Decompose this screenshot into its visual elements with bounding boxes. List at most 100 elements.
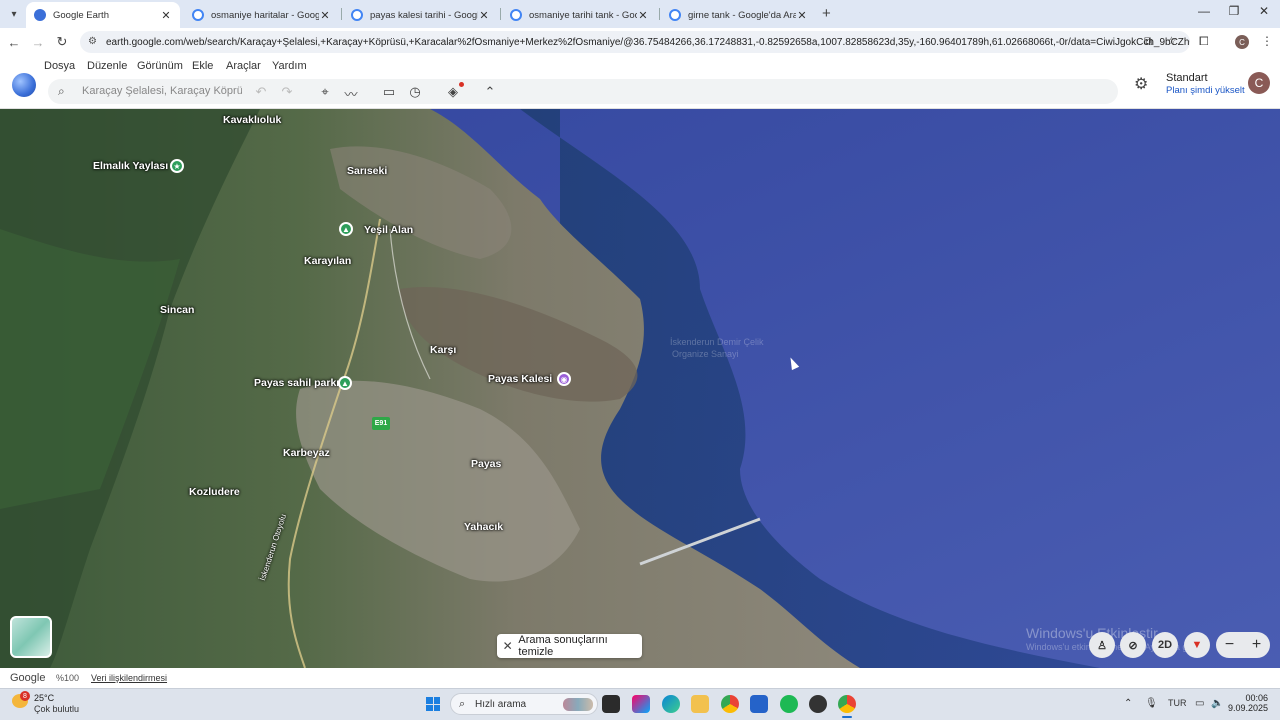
tab-girne-tank[interactable]: girne tank - Google'da Ara ✕ [661, 2, 816, 28]
menu-edit[interactable]: Düzenle [87, 60, 127, 72]
tab-osmaniye-haritalar[interactable]: osmaniye haritalar - Google'da A ✕ [184, 2, 339, 28]
chrome-active-icon[interactable] [838, 695, 856, 713]
place-label[interactable]: Yahacık [464, 521, 503, 533]
place-label[interactable]: Payas Kalesi [488, 373, 552, 385]
store-icon[interactable] [750, 695, 768, 713]
extensions-icon[interactable]: ⧠ [1199, 34, 1209, 49]
menu-insert[interactable]: Ekle [192, 60, 213, 72]
zoom-controls: − + [1216, 632, 1270, 658]
earth-status-bar: Google %100 Veri ilişkilendirmesi [0, 668, 1280, 688]
museum-pin-icon[interactable]: ◉ [557, 372, 571, 386]
collapse-toolbar-icon[interactable]: ⌃ [481, 84, 499, 100]
zoom-in-button[interactable]: + [1252, 636, 1261, 654]
place-label[interactable]: Karbeyaz [283, 447, 330, 459]
data-attribution-link[interactable]: Veri ilişkilendirmesi [91, 673, 167, 683]
park-pin-icon[interactable]: ▲ [338, 376, 352, 390]
draw-path-icon[interactable]: 〰 [342, 84, 360, 103]
volume-icon[interactable]: 🔈 [1211, 698, 1223, 709]
tab-close-icon[interactable]: ✕ [637, 9, 649, 22]
reset-tilt-icon[interactable]: ⊘ [1120, 632, 1146, 658]
place-label[interactable]: Karşı [430, 344, 456, 356]
browser-profile-avatar[interactable]: C [1235, 35, 1249, 49]
map-viewport[interactable]: Kavaklıoluk Elmalık Yaylası ★ Sarıseki ▲… [0, 109, 1280, 668]
toggle-2d-button[interactable]: 2D [1152, 632, 1178, 658]
undo-icon[interactable]: ↶ [252, 84, 270, 100]
edge-browser-icon[interactable] [662, 695, 680, 713]
new-tab-button[interactable]: + [822, 5, 831, 22]
place-label[interactable]: Payas [471, 458, 501, 470]
clear-search-results-button[interactable]: ✕ Arama sonuçlarını temizle [497, 634, 642, 658]
earth-search-bar[interactable]: ⌕ Karaçay Şelalesi, Karaçay Köprüsü [48, 79, 1118, 104]
install-app-icon[interactable]: ⧉ [1144, 34, 1153, 49]
copilot-icon[interactable] [632, 695, 650, 713]
chrome-icon[interactable] [721, 695, 739, 713]
compass-icon[interactable]: ▼ [1184, 632, 1210, 658]
restore-button[interactable]: ❐ [1219, 4, 1249, 18]
measure-icon[interactable]: ▭ [380, 84, 398, 100]
map-style-thumbnail[interactable] [10, 616, 52, 658]
tab-label: payas kalesi tarihi - Google'da A [370, 9, 478, 21]
street-view-pegman-icon[interactable]: ♙ [1089, 632, 1115, 658]
menu-view[interactable]: Görünüm [137, 60, 183, 72]
tab-close-icon[interactable]: ✕ [478, 9, 490, 22]
place-label[interactable]: Sarıseki [347, 165, 387, 177]
windows-start-icon[interactable] [426, 697, 440, 711]
place-label[interactable]: Yeşil Alan [364, 224, 413, 236]
account-avatar[interactable]: C [1248, 72, 1270, 94]
google-favicon-icon [510, 9, 522, 21]
forward-icon[interactable]: → [29, 33, 47, 51]
tab-payas-kalesi[interactable]: payas kalesi tarihi - Google'da A ✕ [343, 2, 498, 28]
settings-gear-icon[interactable]: ⚙ [1134, 74, 1148, 94]
layers-notification-dot [459, 82, 464, 87]
place-label[interactable]: Payas sahil parkı [254, 377, 339, 389]
minimize-button[interactable]: — [1189, 4, 1219, 18]
zoom-out-button[interactable]: − [1225, 636, 1234, 654]
app-icon[interactable] [809, 695, 827, 713]
spotify-icon[interactable] [780, 695, 798, 713]
tab-google-earth[interactable]: Google Earth ✕ [26, 2, 180, 28]
url-bar[interactable]: ⚙ earth.google.com/web/search/Karaçay+Şe… [80, 31, 1190, 53]
google-earth-logo-icon[interactable] [12, 73, 36, 97]
place-label[interactable]: Elmalık Yaylası [93, 160, 168, 172]
taskbar-search[interactable]: ⌕ Hızlı arama [450, 693, 598, 715]
taskbar-clock[interactable]: 00:06 9.09.2025 [1228, 693, 1268, 713]
historical-imagery-icon[interactable]: ◷ [406, 84, 424, 100]
place-label[interactable]: Karayılan [304, 255, 351, 267]
tab-close-icon[interactable]: ✕ [796, 9, 808, 22]
microphone-icon[interactable]: 🎙 [1145, 698, 1158, 709]
search-input[interactable]: Karaçay Şelalesi, Karaçay Köprüsü [82, 85, 242, 97]
tab-close-icon[interactable]: ✕ [160, 9, 172, 22]
back-icon[interactable]: ← [5, 33, 23, 51]
input-language[interactable]: TUR [1168, 698, 1187, 708]
upgrade-plan-link[interactable]: Planı şimdi yükselt [1166, 85, 1245, 96]
place-label[interactable]: Sincan [160, 304, 194, 316]
tab-close-icon[interactable]: ✕ [319, 9, 331, 22]
reload-icon[interactable]: ↻ [53, 33, 71, 51]
file-explorer-icon[interactable] [691, 695, 709, 713]
place-label[interactable]: Kozludere [189, 486, 240, 498]
browser-menu-icon[interactable]: ⋮ [1261, 34, 1273, 48]
menu-file[interactable]: Dosya [44, 60, 75, 72]
menu-help[interactable]: Yardım [272, 60, 307, 72]
active-app-indicator [842, 716, 852, 718]
task-view-icon[interactable] [602, 695, 620, 713]
tray-overflow-icon[interactable]: ⌃ [1124, 698, 1132, 709]
search-icon: ⌕ [459, 698, 466, 710]
search-highlight-art-icon [563, 698, 593, 711]
tab-label: osmaniye tarihi tank - Google'da [529, 9, 637, 21]
park-pin-icon[interactable]: ★ [170, 159, 184, 173]
tab-osmaniye-tarihi-tank[interactable]: osmaniye tarihi tank - Google'da ✕ [502, 2, 657, 28]
bookmark-star-icon[interactable]: ☆ [1166, 34, 1177, 48]
weather-condition[interactable]: Çok bulutlu [34, 704, 79, 714]
network-icon[interactable]: ▭ [1195, 698, 1204, 709]
search-icon[interactable]: ⌕ [58, 84, 65, 99]
tab-search-button[interactable]: ▾ [4, 4, 24, 24]
site-info-icon[interactable]: ⚙ [88, 36, 97, 47]
menu-tools[interactable]: Araçlar [226, 60, 261, 72]
redo-icon[interactable]: ↷ [278, 84, 296, 100]
park-pin-icon[interactable]: ▲ [339, 222, 353, 236]
place-label[interactable]: Kavaklıoluk [223, 114, 281, 126]
weather-temperature[interactable]: 25°C [34, 693, 54, 703]
close-window-button[interactable]: ✕ [1249, 4, 1279, 18]
add-placemark-icon[interactable]: ⌖ [316, 84, 334, 100]
